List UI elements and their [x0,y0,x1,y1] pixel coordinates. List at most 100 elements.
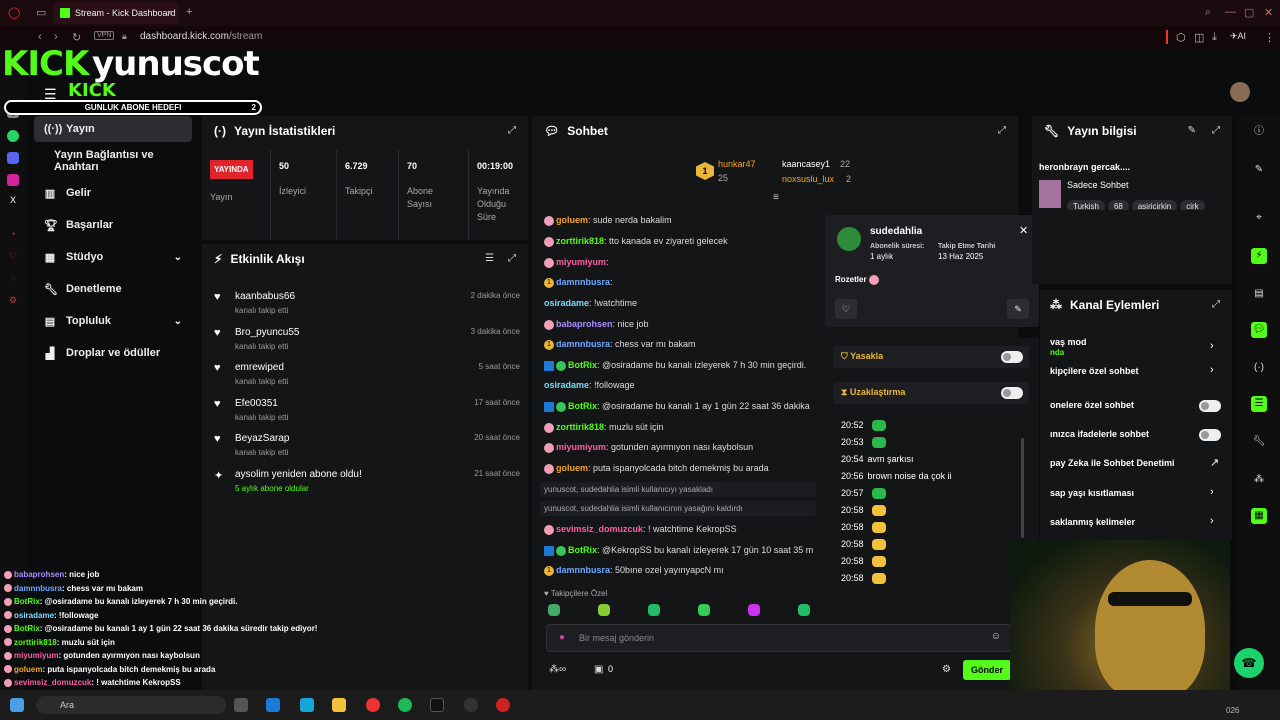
chat-username[interactable]: BotRix [568,545,597,555]
follow-heart-button[interactable]: ♡ [835,299,857,319]
chat-username[interactable]: zorttirik818 [556,236,604,246]
pencil-icon[interactable]: ✎ [1251,162,1267,178]
sidebar-history-icon[interactable]: ◔ [7,228,19,240]
chat-username[interactable]: damnnbusra [556,277,610,287]
search-icon[interactable]: ⌕ [1205,6,1211,19]
sidebar-item-yayin[interactable]: ((·)) Yayın [34,116,192,142]
scrollbar[interactable] [1021,438,1024,538]
event-row[interactable]: ♥ kaanbabus66 kanalı takip etti 2 dakika ön… [214,287,520,323]
chevron-right-icon[interactable]: › [1210,340,1214,352]
clipboard-icon[interactable]: ▤ [1251,286,1267,302]
channel-action-toggle[interactable] [1199,400,1221,412]
event-row[interactable]: ♥ Efe00351 kanalı takip etti 17 saat önce [214,394,520,430]
chat-message[interactable]: zorttirik818: tto kanada ev ziyareti gel… [544,236,728,247]
emote-icon[interactable] [798,604,810,616]
sidebar-item-denetleme[interactable]: 🔧︎ Denetleme [34,276,192,302]
info-icon[interactable]: ⓘ [1251,124,1267,140]
chat-message[interactable]: BotRix: @osiradame bu kanalı izleyerek 7… [544,360,806,371]
channel-action-label[interactable]: saklanmış kelimeler [1050,517,1135,527]
emote-icon[interactable] [598,604,610,616]
forward-icon[interactable]: › [54,31,58,43]
wrench-icon[interactable]: 🔧︎ [1251,434,1267,450]
event-row[interactable]: ♥ BeyazSarap kanalı takip etti 20 saat önce [214,429,520,465]
chat-username[interactable]: goluem [556,463,588,473]
tabs-icon[interactable]: ▭ [36,6,46,19]
menu-icon[interactable]: ⋮ [1264,31,1275,44]
channel-action-label[interactable]: vaş mod [1050,337,1087,347]
nodes-icon[interactable]: ⁂ [1251,472,1267,488]
chat-username[interactable]: osiradame [544,380,589,390]
sidebar-settings-icon[interactable]: ⚙ [7,294,19,306]
sidebar-item-gelir[interactable]: ▥ Gelir [34,180,192,206]
expand-icon[interactable]: ⤢ [1212,299,1220,310]
emoji-icon[interactable]: ☺ [991,631,1001,642]
tag[interactable]: 68 [1107,200,1129,210]
chat-username[interactable]: BotRix [568,401,597,411]
chat-username[interactable]: damnnbusra [556,565,610,575]
chat-username[interactable]: damnnbusra [556,339,610,349]
chat-message[interactable]: miyumiyum: [544,257,609,268]
channel-action-label[interactable]: kipçilere özel sohbet [1050,366,1139,376]
x-icon[interactable]: X [7,194,19,206]
support-chat-icon[interactable]: ☎ [1234,648,1264,678]
spotify-icon[interactable] [398,698,412,712]
chat-message[interactable]: goluem: puta ispanyolcada bitch demekmiş… [544,463,769,474]
opera-icon[interactable] [366,698,380,712]
close-tab-icon[interactable]: × [167,8,172,18]
expand-icon[interactable]: ⤢ [998,125,1006,136]
taskbar-search[interactable]: Ara [36,696,226,714]
chat-username[interactable]: miyumiyum [556,257,606,267]
emote-icon[interactable] [648,604,660,616]
top-gifter-name[interactable]: kaancasey1 [782,159,830,169]
chat-username[interactable]: sevimsiz_domuzcuk [556,524,643,534]
discord-icon[interactable] [7,152,19,164]
chat-message[interactable]: 1 damnnbusra: [544,277,613,288]
channel-action-label[interactable]: pay Zeka ile Sohbet Denetimi [1050,458,1175,468]
chat-message[interactable]: sevimsiz_domuzcuk: ! watchtime KekropSS [544,524,737,535]
extension-icon[interactable]: ⬡ [1176,31,1186,44]
url-field[interactable]: dashboard.kick.com/stream [140,31,262,42]
tag[interactable]: cirk [1180,200,1205,210]
app-icon[interactable] [496,698,510,712]
timeout-toggle[interactable] [1001,387,1023,399]
emote-icon[interactable] [698,604,710,616]
category-name[interactable]: Sadece Sohbet [1067,180,1129,190]
task-view-icon[interactable] [234,698,248,712]
settings-icon[interactable]: ⚙ [942,664,951,675]
channel-action-label[interactable]: sap yaşı kısıtlaması [1050,488,1134,498]
new-tab-icon[interactable]: + [186,6,192,18]
channel-points-icon[interactable]: ⁂∞ [549,664,566,675]
minimize-icon[interactable]: — [1225,6,1236,18]
mod-action-button[interactable]: ✎ [1007,299,1029,319]
chat-username[interactable]: miyumiyum [556,442,606,452]
close-window-icon[interactable]: ✕ [1264,6,1273,19]
chat-bubble-icon[interactable]: 💬︎ [1251,322,1267,338]
stack-icon[interactable]: ☰ [1251,396,1267,412]
filter-icon[interactable]: ☰ [485,253,494,264]
download-icon[interactable]: ⤓ [1212,31,1217,44]
clapper-icon[interactable]: ▦ [1251,508,1267,524]
emote-icon[interactable] [748,604,760,616]
event-row[interactable]: ✦ aysolim yeniden abone oldu! 5 aylık abon… [214,465,520,501]
obs-icon[interactable] [464,698,478,712]
expand-icon[interactable]: ⤢ [508,253,516,264]
expand-icon[interactable]: ⤢ [508,125,516,136]
chat-message[interactable]: goluem: sude nerda bakalim [544,215,672,226]
external-link-icon[interactable]: ↗ [1210,456,1219,469]
channel-action-toggle[interactable] [1199,429,1221,441]
chat-message[interactable]: zorttirik818: muzlu süt için [544,422,664,433]
chat-message[interactable]: 1 damnnbusra: chess var mı bakam [544,339,696,350]
pinned-toggle-icon[interactable]: ≡ [773,192,779,203]
sidebar-item-droplar[interactable]: ▟ Droplar ve ödüller [34,340,192,366]
capcut-icon[interactable] [430,698,444,712]
chat-message[interactable]: miyumiyum: gotunden ayırmıyon nası kaybo… [544,442,753,453]
avatar[interactable] [1230,82,1250,102]
event-row[interactable]: ♥ Bro_pyuncu55 kanalı takip etti 3 dakika ö… [214,323,520,359]
top-gifter-name[interactable]: noxsuslu_lux [782,174,834,184]
top-gifter-name[interactable]: hunkar47 [718,159,756,169]
chat-username[interactable]: BotRix [568,360,597,370]
chat-input[interactable]: ● Bir mesaj gönderin ☺ [546,624,1012,652]
chat-username[interactable]: babaprohsen [556,319,613,329]
ai-button[interactable]: ✈︎AI [1230,31,1246,42]
back-icon[interactable]: ‹ [38,31,42,43]
